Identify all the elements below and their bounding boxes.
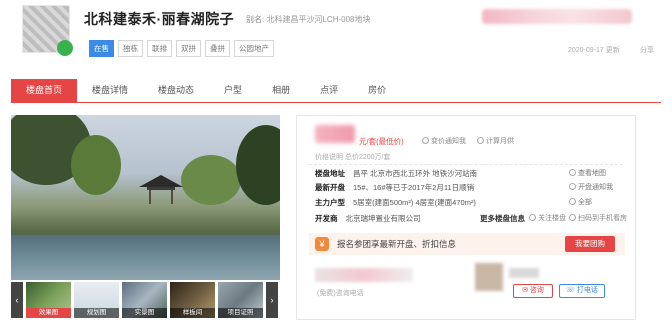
consult-phone-label: (免费)咨询电话 [317, 290, 364, 297]
tag: 叠拼 [205, 40, 230, 57]
tag: 联排 [147, 40, 172, 57]
follow-button[interactable]: 关注楼盘 [529, 213, 566, 223]
follow-label: 关注楼盘 [538, 215, 566, 222]
row-value: 昌平 北京市西北五环外 地铁沙河站南 [353, 169, 478, 178]
qr-code-icon [569, 214, 576, 221]
mobile-view-button[interactable]: 扫码到手机看房 [569, 213, 627, 223]
bell-icon [422, 137, 429, 144]
mobile-view-label: 扫码到手机看房 [578, 215, 627, 222]
call-button[interactable]: ☏ 打电话 [559, 284, 605, 298]
project-logo [22, 5, 73, 56]
thumb-label: 规划图 [74, 308, 119, 318]
price-unit: 元/套(最低价) [359, 137, 404, 146]
chat-icon: ✉ [522, 287, 530, 294]
consult-button[interactable]: ✉ 咨询 [513, 284, 553, 298]
row-opening: 最新开盘 15#、16#等已于2017年2月11日顺销 [315, 182, 474, 193]
tab-floorplans[interactable]: 户型 [209, 79, 257, 102]
price-value-blurred [315, 125, 355, 143]
tag: 公园地产 [234, 40, 274, 57]
row-developer: 开发商 北京瑞坤置业有限公司 [315, 213, 421, 224]
blurred-phone-banner [482, 9, 632, 24]
consult-label: 咨询 [529, 287, 544, 294]
next-arrow-icon[interactable]: › [266, 282, 278, 318]
row-address: 楼盘地址 昌平 北京市西北五环外 地铁沙河站南 [315, 168, 477, 179]
thumb-real[interactable]: 实景图 [122, 282, 167, 318]
call-label: 打电话 [576, 287, 598, 294]
location-icon [569, 169, 576, 176]
phone-icon: ☏ [566, 287, 577, 294]
thumb-label: 实景图 [122, 308, 167, 318]
page-title: 北科建泰禾·丽春湖院子 [84, 11, 235, 27]
thumb-label: 项目证照 [218, 308, 263, 318]
prev-arrow-icon[interactable]: ‹ [11, 282, 23, 318]
row-value: 北京瑞坤置业有限公司 [345, 214, 421, 223]
main-nav: 楼盘首页 楼盘详情 楼盘动态 户型 相册 点评 房价 [11, 79, 661, 103]
thumbnail-strip: ‹ 效果图 规划图 实景图 样板间 项目证照 › [11, 282, 280, 318]
price-alert-button[interactable]: 变价通知我 [422, 136, 466, 146]
list-icon [569, 198, 576, 205]
alias-label: 别名: [246, 15, 265, 24]
calculator-label: 计算月供 [486, 138, 514, 145]
price-alert-label: 变价通知我 [431, 138, 466, 145]
row-key: 最新开盘 [315, 183, 345, 192]
notify-icon [569, 183, 576, 190]
all-layouts-label: 全部 [578, 199, 592, 206]
open-notify-link[interactable]: 开盘通知我 [569, 182, 613, 192]
total-price: 价格说明 总价2200万/套 [315, 154, 391, 161]
agent-phone-blurred [315, 268, 413, 282]
tag: 独栋 [118, 40, 143, 57]
group-buy-button[interactable]: 我要团购 [565, 236, 615, 252]
alias-value: 北科建昌平沙河LCH-008地块 [266, 15, 371, 24]
alias: 别名: 北科建昌平沙河LCH-008地块 [246, 14, 370, 25]
tag-list: 在售 独栋 联排 双拼 叠拼 公园地产 [89, 40, 274, 57]
row-layout: 主力户型 5居室(建面500m²) 4居室(建面470m²) [315, 197, 476, 208]
row-value: 5居室(建面500m²) 4居室(建面470m²) [353, 198, 476, 207]
group-buy-banner: ¥ 报名参团享最新开盘、折扣信息 我要团购 [309, 233, 625, 255]
share-link[interactable]: 分享 [640, 45, 654, 55]
update-time: 2020-09-17 更新 [568, 47, 620, 54]
thumb-plan[interactable]: 规划图 [74, 282, 119, 318]
thumb-label: 样板间 [170, 308, 215, 318]
tab-prices[interactable]: 房价 [353, 79, 401, 102]
open-notify-label: 开盘通知我 [578, 184, 613, 191]
banner-text: 报名参团享最新开盘、折扣信息 [337, 239, 457, 249]
tag: 双拼 [176, 40, 201, 57]
main-photo[interactable] [11, 115, 280, 280]
tab-reviews[interactable]: 点评 [305, 79, 353, 102]
thumb-showroom[interactable]: 样板间 [170, 282, 215, 318]
tag-on-sale: 在售 [89, 40, 114, 57]
tab-home[interactable]: 楼盘首页 [11, 79, 78, 102]
map-label: 查看地图 [578, 170, 606, 177]
calculator-button[interactable]: 计算月供 [477, 136, 514, 146]
row-value: 15#、16#等已于2017年2月11日顺销 [353, 183, 475, 192]
thumb-license[interactable]: 项目证照 [218, 282, 263, 318]
tab-album[interactable]: 相册 [257, 79, 305, 102]
thumb-label: 效果图 [26, 308, 71, 318]
all-layouts-link[interactable]: 全部 [569, 197, 592, 207]
wechat-badge-icon [57, 40, 73, 56]
agent-name-blurred [509, 268, 539, 278]
avatar [475, 263, 503, 291]
more-info-link[interactable]: 更多楼盘信息 [480, 213, 525, 224]
row-key: 开发商 [315, 214, 338, 223]
row-key: 主力户型 [315, 198, 345, 207]
map-link[interactable]: 查看地图 [569, 168, 606, 178]
heart-icon [529, 214, 536, 221]
thumb-rendering[interactable]: 效果图 [26, 282, 71, 318]
info-panel: 元/套(最低价) 变价通知我 计算月供 价格说明 总价2200万/套 楼盘地址昌… [296, 115, 636, 320]
tab-details[interactable]: 楼盘详情 [77, 79, 143, 102]
pavilion [139, 175, 183, 204]
row-key: 楼盘地址 [315, 169, 345, 178]
gift-icon: ¥ [315, 237, 329, 251]
calculator-icon [477, 137, 484, 144]
tab-news[interactable]: 楼盘动态 [143, 79, 209, 102]
